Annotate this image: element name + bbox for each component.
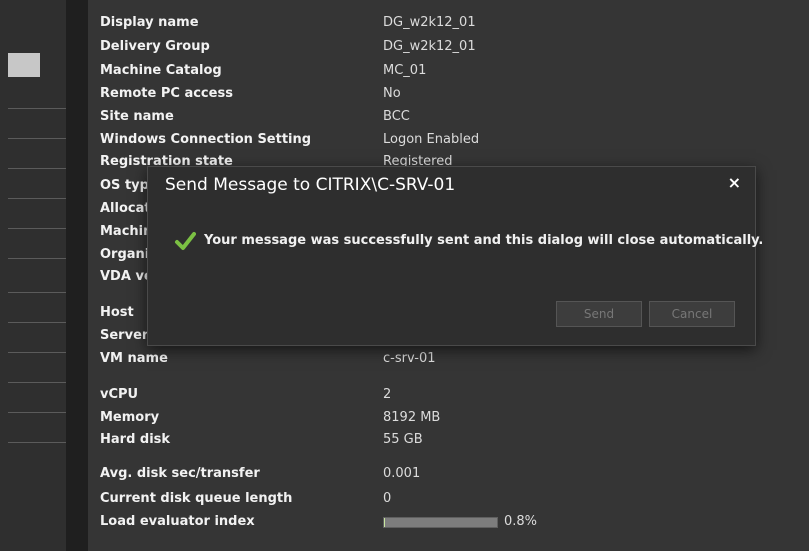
nav-separator	[8, 412, 66, 413]
load-evaluator-fill	[384, 518, 385, 527]
detail-value: No	[383, 86, 401, 101]
detail-value: 8192 MB	[383, 410, 441, 425]
detail-label: Site name	[100, 109, 174, 124]
detail-value: DG_w2k12_01	[383, 39, 476, 54]
nav-separator	[8, 168, 66, 169]
detail-label: Display name	[100, 15, 199, 30]
detail-value: 0	[383, 491, 392, 506]
detail-value: 55 GB	[383, 432, 423, 447]
nav-separator	[8, 292, 66, 293]
load-evaluator-bar	[383, 517, 498, 528]
nav-separator	[8, 442, 66, 443]
detail-label: Remote PC access	[100, 86, 233, 101]
success-message: Your message was successfully sent and t…	[204, 233, 764, 248]
detail-value: 2	[383, 387, 392, 402]
detail-label: Delivery Group	[100, 39, 210, 54]
detail-value: Logon Enabled	[383, 132, 480, 147]
send-message-dialog: Send Message to CITRIX\C-SRV-01 × Your m…	[147, 166, 763, 346]
nav-separator	[8, 138, 66, 139]
detail-label: VM name	[100, 351, 168, 366]
dialog-title: Send Message to CITRIX\C-SRV-01	[165, 175, 456, 195]
detail-label: Current disk queue length	[100, 491, 293, 506]
detail-value: DG_w2k12_01	[383, 15, 476, 30]
nav-selected-item[interactable]	[8, 53, 40, 77]
cancel-button[interactable]: Cancel	[649, 301, 735, 327]
detail-label: Hard disk	[100, 432, 171, 447]
nav-separator	[8, 108, 66, 109]
detail-label: Windows Connection Setting	[100, 132, 312, 147]
send-button[interactable]: Send	[556, 301, 642, 327]
detail-label: Machine Catalog	[100, 63, 222, 78]
nav-separator	[8, 382, 66, 383]
nav-separator	[8, 198, 66, 199]
checkmark-icon	[175, 232, 196, 250]
detail-label: Avg. disk sec/transfer	[100, 466, 260, 481]
detail-value: MC_01	[383, 63, 427, 78]
detail-label: vCPU	[100, 387, 139, 402]
nav-separator	[8, 228, 66, 229]
detail-value: c-srv-01	[383, 351, 436, 366]
detail-value: BCC	[383, 109, 410, 124]
panel-gutter	[66, 0, 88, 551]
detail-label: Memory	[100, 410, 160, 425]
nav-separator	[8, 352, 66, 353]
left-nav-rail	[0, 0, 66, 551]
load-evaluator-value: 0.8%	[504, 514, 538, 529]
nav-separator	[8, 258, 66, 259]
nav-separator	[8, 322, 66, 323]
close-icon[interactable]: ×	[728, 173, 741, 192]
load-evaluator-row: Load evaluator index 0.8%	[100, 512, 800, 532]
detail-label: Load evaluator index	[100, 514, 255, 529]
detail-value: 0.001	[383, 466, 421, 481]
